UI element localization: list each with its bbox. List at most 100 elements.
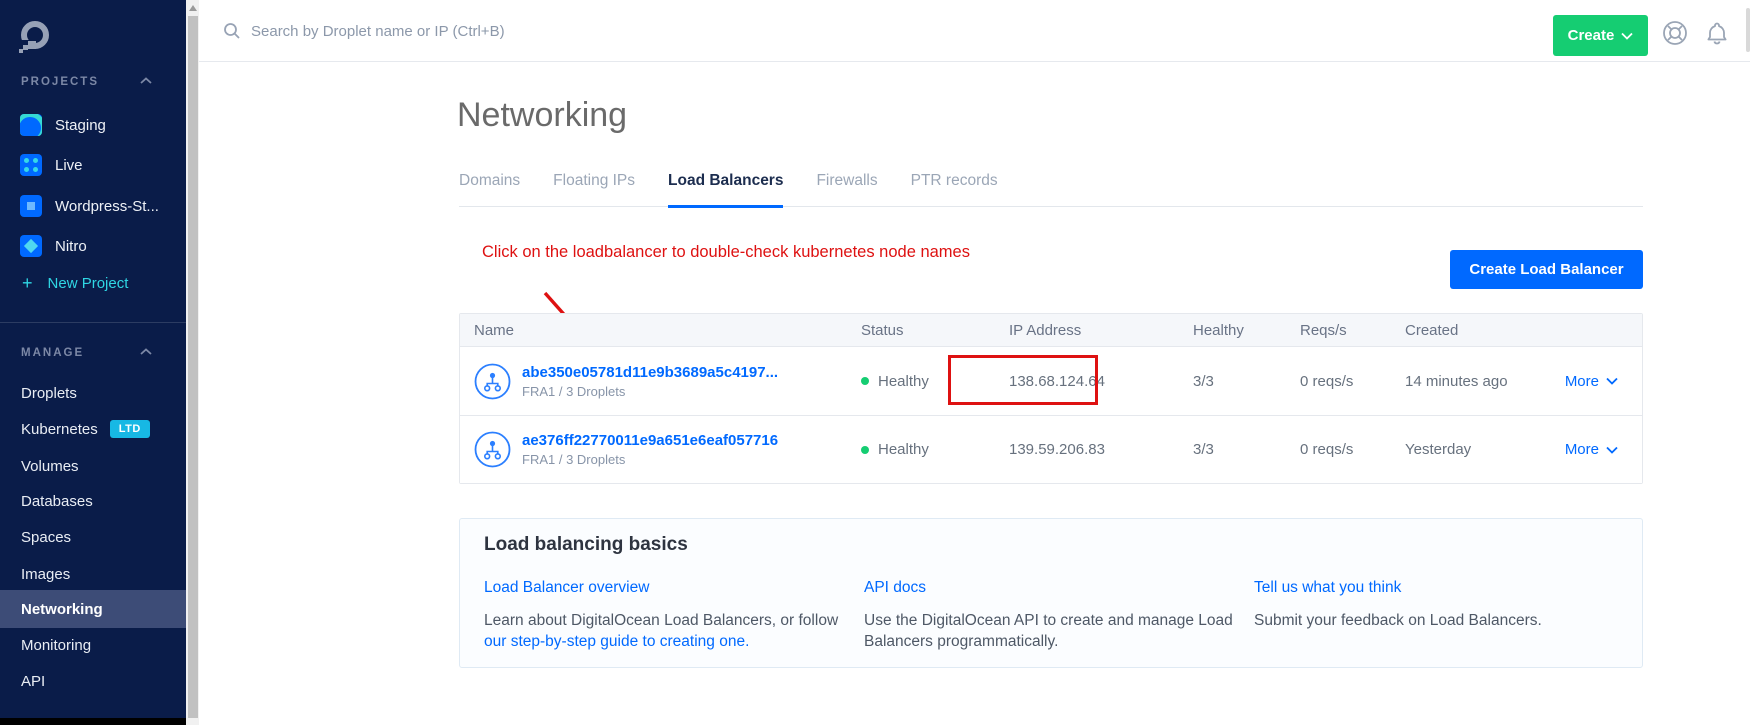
load-balancer-subtitle: FRA1 / 3 Droplets: [522, 452, 778, 467]
load-balancer-name-link[interactable]: ae376ff22770011e9a651e6eaf057716: [522, 432, 778, 449]
sidebar-item-spaces[interactable]: Spaces: [0, 519, 186, 555]
load-balancer-name-link[interactable]: abe350e05781d11e9b3689a5c4197...: [522, 364, 778, 381]
sidebar-scrollbar[interactable]: [186, 0, 199, 725]
sidebar: PROJECTS Staging Live Wordpress-St... Ni…: [0, 0, 186, 718]
created-time: 14 minutes ago: [1391, 373, 1550, 390]
table-row: abe350e05781d11e9b3689a5c4197... FRA1 / …: [460, 347, 1642, 415]
help-button[interactable]: [1659, 17, 1690, 48]
requests-per-second: 0 reqs/s: [1286, 441, 1391, 458]
column-header-created: Created: [1391, 322, 1550, 339]
sidebar-item-droplets[interactable]: Droplets: [0, 375, 186, 411]
tab-bar: Domains Floating IPs Load Balancers Fire…: [459, 172, 1643, 207]
live-project-icon: [20, 154, 42, 176]
wordpress-project-icon: [20, 195, 42, 217]
sidebar-item-staging[interactable]: Staging: [0, 107, 186, 143]
load-balancer-icon: [474, 431, 511, 468]
table-header-row: Name Status IP Address Healthy Reqs/s Cr…: [460, 314, 1642, 347]
column-header-name: Name: [460, 322, 847, 339]
chevron-up-icon[interactable]: [140, 348, 152, 356]
basics-column-api: API docs Use the DigitalOcean API to cre…: [864, 577, 1254, 653]
sidebar-item-images[interactable]: Images: [0, 556, 186, 592]
sidebar-item-label: Nitro: [55, 238, 87, 255]
sidebar-item-label: Live: [55, 157, 83, 174]
chevron-up-icon[interactable]: [140, 77, 152, 85]
search-bar: [223, 0, 731, 62]
sidebar-item-monitoring[interactable]: Monitoring: [0, 627, 186, 663]
load-balancer-icon: [474, 363, 511, 400]
load-balancer-overview-link[interactable]: Load Balancer overview: [484, 577, 649, 599]
digitalocean-logo-icon: [18, 20, 52, 54]
manage-section-header: MANAGE: [21, 347, 186, 361]
sidebar-item-networking[interactable]: Networking: [0, 590, 186, 628]
api-docs-link[interactable]: API docs: [864, 577, 926, 599]
nitro-project-icon: [20, 235, 42, 257]
tab-load-balancers[interactable]: Load Balancers: [668, 172, 783, 208]
more-menu-button[interactable]: More: [1550, 373, 1642, 390]
digitalocean-networking-page: PROJECTS Staging Live Wordpress-St... Ni…: [0, 0, 1750, 725]
basics-text: Use the DigitalOcean API to create and m…: [864, 610, 1254, 653]
sidebar-item-nitro[interactable]: Nitro: [0, 228, 186, 264]
tab-floating-ips[interactable]: Floating IPs: [553, 172, 635, 206]
step-by-step-guide-link[interactable]: our step-by-step guide to creating one.: [484, 633, 749, 650]
create-load-balancer-button[interactable]: Create Load Balancer: [1450, 250, 1643, 289]
staging-project-icon: [20, 114, 42, 136]
ltd-badge: LTD: [110, 420, 150, 438]
column-header-reqs: Reqs/s: [1286, 322, 1391, 339]
healthy-count: 3/3: [1179, 441, 1286, 458]
scrollbar-up-arrow-icon[interactable]: [189, 5, 197, 11]
new-project-label: New Project: [48, 275, 129, 292]
requests-per-second: 0 reqs/s: [1286, 373, 1391, 390]
healthy-status-dot: [861, 377, 869, 385]
basics-column-feedback: Tell us what you think Submit your feedb…: [1254, 577, 1618, 653]
chevron-down-icon: [1621, 32, 1633, 40]
window-scrollbar[interactable]: [1746, 8, 1750, 52]
sidebar-item-label: Wordpress-St...: [55, 198, 159, 215]
topbar: Create: [199, 0, 1750, 62]
annotation-text: Click on the loadbalancer to double-chec…: [482, 243, 970, 262]
load-balancer-table: Name Status IP Address Healthy Reqs/s Cr…: [459, 313, 1643, 484]
status-text: Healthy: [878, 441, 929, 458]
search-input[interactable]: [251, 23, 731, 40]
page-title: Networking: [457, 96, 627, 135]
feedback-link[interactable]: Tell us what you think: [1254, 577, 1401, 599]
basics-text: Submit your feedback on Load Balancers.: [1254, 610, 1618, 632]
sidebar-item-wordpress[interactable]: Wordpress-St...: [0, 188, 186, 224]
sidebar-item-volumes[interactable]: Volumes: [0, 448, 186, 484]
created-time: Yesterday: [1391, 441, 1550, 458]
notifications-button[interactable]: [1701, 17, 1732, 48]
load-balancing-basics-panel: Load balancing basics Load Balancer over…: [459, 518, 1643, 668]
scrollbar-thumb[interactable]: [188, 16, 198, 718]
life-ring-icon: [1660, 18, 1690, 48]
search-icon: [223, 22, 241, 40]
sidebar-item-live[interactable]: Live: [0, 147, 186, 183]
tab-domains[interactable]: Domains: [459, 172, 520, 206]
sidebar-divider: [0, 322, 186, 323]
create-button[interactable]: Create: [1553, 15, 1648, 56]
sidebar-item-databases[interactable]: Databases: [0, 483, 186, 519]
bell-icon: [1702, 18, 1732, 48]
status-text: Healthy: [878, 373, 929, 390]
ip-address: 139.59.206.83: [995, 441, 1179, 458]
tab-firewalls[interactable]: Firewalls: [816, 172, 877, 206]
sidebar-item-kubernetes[interactable]: Kubernetes LTD: [0, 411, 186, 447]
basics-title: Load balancing basics: [484, 534, 1618, 556]
chevron-down-icon: [1606, 446, 1618, 454]
column-header-healthy: Healthy: [1179, 322, 1286, 339]
ip-address: 138.68.124.64: [995, 373, 1179, 390]
projects-section-header: PROJECTS: [21, 76, 186, 90]
table-row: ae376ff22770011e9a651e6eaf057716 FRA1 / …: [460, 415, 1642, 483]
basics-text: Learn about DigitalOcean Load Balancers,…: [484, 610, 864, 632]
chevron-down-icon: [1606, 377, 1618, 385]
new-project-button[interactable]: + New Project: [0, 265, 186, 301]
sidebar-item-api[interactable]: API: [0, 663, 186, 699]
column-header-status: Status: [847, 322, 995, 339]
healthy-count: 3/3: [1179, 373, 1286, 390]
healthy-status-dot: [861, 446, 869, 454]
basics-column-overview: Load Balancer overview Learn about Digit…: [484, 577, 864, 653]
plus-icon: +: [22, 273, 33, 294]
sidebar-bottom-strip: [0, 718, 186, 725]
sidebar-item-label: Staging: [55, 117, 106, 134]
more-menu-button[interactable]: More: [1550, 441, 1642, 458]
column-header-ip: IP Address: [995, 322, 1179, 339]
tab-ptr-records[interactable]: PTR records: [911, 172, 998, 206]
